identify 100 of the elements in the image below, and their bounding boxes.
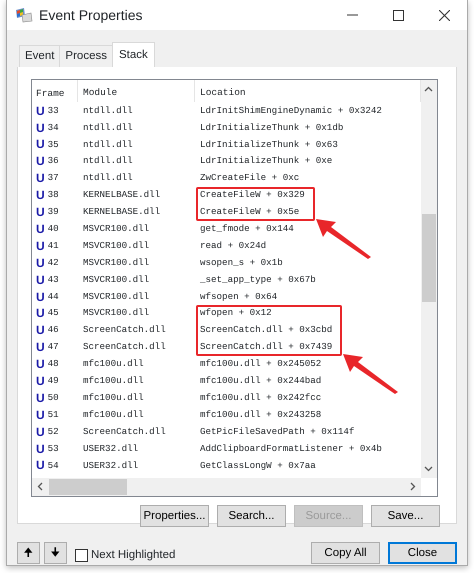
frame-number: 49 bbox=[48, 374, 59, 388]
frame-number: 41 bbox=[48, 238, 59, 253]
minimize-icon bbox=[346, 14, 358, 16]
frame-number: 42 bbox=[48, 256, 59, 270]
scrollbar-thumb[interactable] bbox=[422, 214, 436, 302]
tab[interactable]: Event bbox=[19, 45, 60, 68]
frame-number: 40 bbox=[48, 222, 59, 236]
frame-mode-icon: U bbox=[36, 152, 45, 170]
frame-mode-icon: U bbox=[36, 169, 45, 188]
frame-mode-icon: U bbox=[36, 422, 45, 441]
location-cell: LdrInitializeThunk + 0x63 bbox=[200, 138, 338, 150]
close-icon bbox=[438, 10, 450, 20]
module-cell-text: ntdll.dll bbox=[82, 120, 134, 134]
column-header[interactable]: Frame bbox=[32, 80, 78, 102]
frame-mode-icon: U bbox=[36, 321, 45, 340]
frame-number: 33 bbox=[48, 104, 59, 118]
move-down-button[interactable]: 🠋 bbox=[44, 542, 67, 564]
frame-number: 48 bbox=[48, 357, 59, 371]
frame-mode-icon: U bbox=[36, 254, 45, 272]
module-cell-text: mfc100u.dll bbox=[82, 408, 145, 422]
frame-mode-icon: U bbox=[36, 388, 45, 407]
window-title: Event Properties bbox=[39, 6, 144, 25]
horizontal-scrollbar[interactable] bbox=[32, 478, 421, 496]
module-cell-text: ScreenCatch.dll bbox=[82, 323, 167, 338]
module-cell-text: mfc100u.dll bbox=[82, 357, 145, 371]
maximize-icon bbox=[392, 10, 404, 20]
panel-button[interactable]: Properties... bbox=[140, 505, 209, 528]
dialog-button[interactable]: Close bbox=[388, 542, 457, 564]
scroll-up-icon bbox=[424, 86, 433, 92]
frame-number: 37 bbox=[48, 171, 59, 186]
frame-mode-icon: U bbox=[36, 118, 45, 137]
checkbox[interactable] bbox=[75, 548, 88, 562]
vertical-scrollbar[interactable] bbox=[421, 80, 437, 478]
location-cell: ZwCreateFile + 0xc bbox=[200, 172, 300, 184]
location-cell: mfc100u.dll + 0x245052 bbox=[200, 358, 322, 370]
location-cell: GetPicFileSavedPath + 0x114f bbox=[200, 426, 354, 437]
frame-number: 44 bbox=[48, 290, 59, 304]
location-cell: mfc100u.dll + 0x244bad bbox=[200, 375, 322, 386]
column-header[interactable]: Module bbox=[78, 80, 195, 102]
frame-mode-icon: U bbox=[36, 338, 45, 356]
frame-number: 53 bbox=[48, 442, 59, 456]
location-cell: CreateFileW + 0x329 bbox=[200, 189, 305, 200]
checkbox-label[interactable]: Next Highlighted bbox=[91, 546, 176, 564]
frame-mode-icon: U bbox=[36, 288, 45, 306]
module-cell-text: ntdll.dll bbox=[82, 171, 134, 186]
module-cell-text: MSVCR100.dll bbox=[82, 272, 150, 286]
frame-number: 47 bbox=[48, 340, 59, 354]
frame-mode-icon: U bbox=[36, 372, 45, 390]
frame-mode-icon: U bbox=[36, 186, 45, 204]
module-cell-text: USER32.dll bbox=[82, 458, 140, 472]
frame-number: 52 bbox=[48, 424, 59, 439]
module-cell-text: ntdll.dll bbox=[82, 138, 134, 152]
scroll-left-icon bbox=[37, 482, 43, 492]
location-cell: wfopen + 0x12 bbox=[200, 307, 272, 318]
frame-number: 46 bbox=[48, 323, 59, 338]
location-cell: CreateFileW + 0x5e bbox=[200, 206, 300, 218]
frame-mode-icon: U bbox=[36, 203, 45, 222]
panel-button[interactable]: Search... bbox=[217, 505, 286, 528]
frame-number: 51 bbox=[48, 408, 59, 422]
module-cell-text: mfc100u.dll bbox=[82, 390, 145, 405]
module-cell-text: ScreenCatch.dll bbox=[82, 340, 167, 354]
annotation-arrow bbox=[343, 354, 400, 394]
frame-number: 45 bbox=[48, 306, 59, 320]
frame-mode-icon: U bbox=[36, 270, 45, 289]
frame-number: 50 bbox=[48, 390, 59, 405]
frame-mode-icon: U bbox=[36, 102, 45, 120]
frame-mode-icon: U bbox=[36, 135, 45, 154]
module-cell-text: MSVCR100.dll bbox=[82, 238, 150, 253]
frame-mode-icon: U bbox=[36, 355, 45, 374]
dialog-button[interactable]: Copy All bbox=[311, 542, 380, 564]
frame-number: 35 bbox=[48, 138, 59, 152]
module-cell-text: MSVCR100.dll bbox=[82, 222, 150, 236]
location-cell: GetClassLongW + 0x7aa bbox=[200, 460, 316, 470]
location-cell: AddClipboardFormatListener + 0x4b bbox=[200, 442, 382, 454]
frame-number: 54 bbox=[48, 458, 59, 472]
frame-mode-icon: U bbox=[36, 220, 45, 238]
frame-number: 43 bbox=[48, 272, 59, 286]
location-cell: read + 0x24d bbox=[200, 240, 266, 251]
move-up-button[interactable]: 🠉 bbox=[17, 542, 40, 564]
panel-button[interactable]: Save... bbox=[371, 505, 440, 528]
app-icon bbox=[15, 7, 33, 23]
module-cell-text: KERNELBASE.dll bbox=[82, 188, 162, 202]
frame-number: 38 bbox=[48, 188, 59, 202]
frame-number: 34 bbox=[48, 120, 59, 134]
tab[interactable]: Stack bbox=[112, 42, 155, 68]
location-cell: wsopen_s + 0x1b bbox=[200, 256, 283, 268]
frame-mode-icon: U bbox=[36, 456, 45, 474]
module-cell-text: MSVCR100.dll bbox=[82, 290, 150, 304]
scroll-right-icon bbox=[410, 482, 416, 492]
location-cell: LdrInitShimEngineDynamic + 0x3242 bbox=[200, 104, 382, 116]
frame-number: 39 bbox=[48, 205, 59, 219]
module-cell-text: ntdll.dll bbox=[82, 104, 134, 118]
location-cell: ScreenCatch.dll + 0x3cbd bbox=[200, 324, 332, 336]
location-cell: get_fmode + 0x144 bbox=[200, 223, 294, 234]
module-cell-text: ntdll.dll bbox=[82, 154, 134, 168]
scrollbar-thumb[interactable] bbox=[49, 479, 127, 496]
location-cell: mfc100u.dll + 0x242fcc bbox=[200, 392, 322, 403]
module-cell-text: KERNELBASE.dll bbox=[82, 205, 162, 219]
scroll-down-icon bbox=[424, 466, 433, 472]
annotation-arrow bbox=[316, 219, 372, 260]
